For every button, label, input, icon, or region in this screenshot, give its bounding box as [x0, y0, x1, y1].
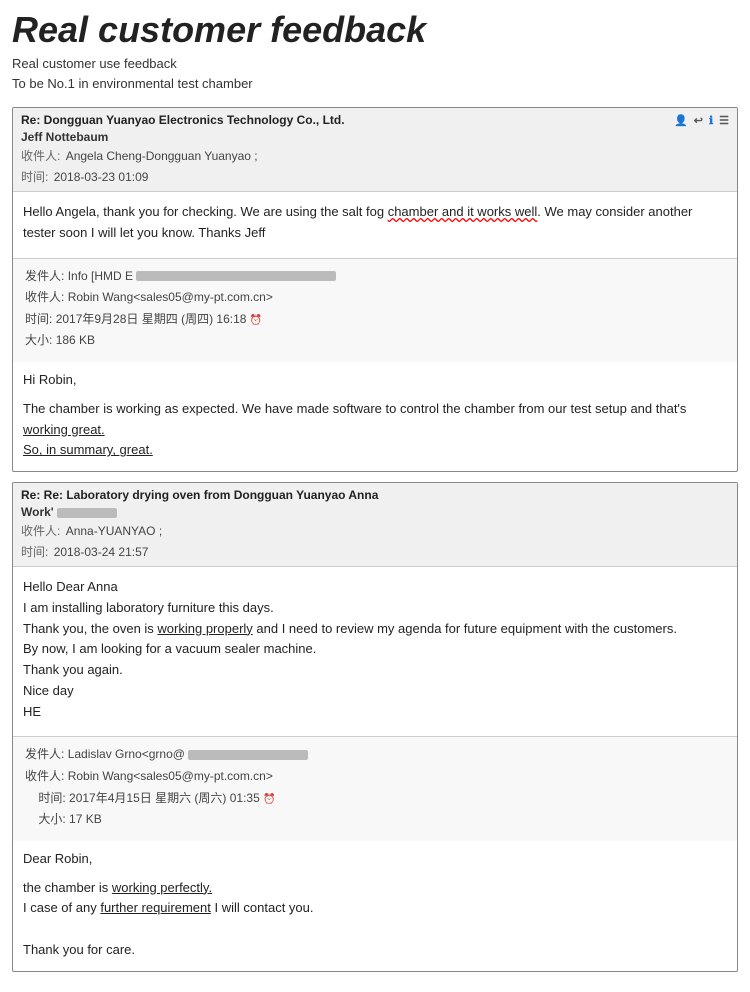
email2-to-value: Anna-YUANYAO ;: [66, 524, 162, 538]
email1-time-value: 2018-03-23 01:09: [54, 170, 149, 184]
email1-nested-size-value: 186 KB: [56, 333, 95, 347]
icon-menu: ☰: [719, 114, 729, 127]
email2-nested-highlight2: further requirement: [100, 900, 211, 915]
email1-body-text: Hello Angela, thank you for checking. We…: [23, 202, 727, 244]
email2-subject: Re: Re: Laboratory drying oven from Dong…: [21, 488, 378, 502]
email2-line7: HE: [23, 702, 727, 723]
email2-sender-blurred: [57, 508, 117, 518]
email1-highlight1: chamber and it works well: [388, 204, 538, 219]
email2-line3: Thank you, the oven is working properly …: [23, 619, 727, 640]
email2-line2: I am installing laboratory furniture thi…: [23, 598, 727, 619]
email1-body: Hello Angela, thank you for checking. We…: [13, 192, 737, 258]
page-subtitle: Real customer use feedback To be No.1 in…: [12, 54, 738, 96]
email2-nested-time-value: 2017年4月15日 星期六 (周六) 01:35: [69, 791, 260, 805]
email2-nested-highlight1: working perfectly.: [112, 880, 212, 895]
email1-nested-to: 收件人: Robin Wang<sales05@my-pt.com.cn>: [25, 287, 727, 309]
email2-nested-size-value: 17 KB: [69, 812, 102, 826]
email1-nested-hi: Hi Robin,: [23, 370, 727, 391]
email1-time-label: 时间:: [21, 170, 48, 184]
email1-icons: 👤 ↩ ℹ ☰: [674, 114, 729, 127]
email2-nested-to: 收件人: Robin Wang<sales05@my-pt.com.cn>: [25, 766, 727, 788]
email2-nested-line3: I case of any further requirement I will…: [23, 898, 727, 919]
email2-body: Hello Dear Anna I am installing laborato…: [13, 567, 737, 737]
email2-time-value: 2018-03-24 21:57: [54, 545, 149, 559]
email2-to-label: 收件人:: [21, 524, 60, 538]
email-card-2: Re: Re: Laboratory drying oven from Dong…: [12, 482, 738, 972]
email2-nested-line2: the chamber is working perfectly.: [23, 878, 727, 899]
email1-nested-highlight1: working great.: [23, 422, 105, 437]
email2-nested-from-value: Ladislav Grno<grno@: [68, 747, 185, 761]
email2-header: Re: Re: Laboratory drying oven from Dong…: [13, 483, 737, 567]
email2-sender: Work': [21, 505, 729, 519]
email1-nested-text: The chamber is working as expected. We h…: [23, 399, 727, 441]
email2-nested-from-blurred: [188, 750, 308, 760]
email1-nested: 发件人: Info [HMD E 收件人: Robin Wang<sales05…: [13, 258, 737, 362]
email2-time-label: 时间:: [21, 545, 48, 559]
email1-nested-highlight2: So, in summary, great.: [23, 442, 153, 457]
email2-nested-to-value: Robin Wang<sales05@my-pt.com.cn>: [68, 769, 273, 783]
email2-nested-size: 大小: 17 KB: [25, 809, 727, 831]
email1-header: Re: Dongguan Yuanyao Electronics Technol…: [13, 108, 737, 192]
email2-nested-from: 发件人: Ladislav Grno<grno@: [25, 744, 727, 766]
email2-line4: By now, I am looking for a vacuum sealer…: [23, 639, 727, 660]
email1-nested-time-value: 2017年9月28日 星期四 (周四) 16:18: [56, 312, 247, 326]
subtitle-line1: Real customer use feedback: [12, 54, 738, 75]
email1-nested-from: 发件人: Info [HMD E: [25, 266, 727, 288]
email2-line5: Thank you again.: [23, 660, 727, 681]
email1-to-value: Angela Cheng-Dongguan Yuanyao ;: [66, 149, 258, 163]
email1-nested-from-blurred: [136, 271, 336, 281]
icon-person: 👤: [674, 114, 688, 127]
email2-nested-line4: Thank you for care.: [23, 940, 727, 961]
email2-line6: Nice day: [23, 681, 727, 702]
email1-nested-summary: So, in summary, great.: [23, 440, 727, 461]
email1-nested-time: 时间: 2017年9月28日 星期四 (周四) 16:18: [25, 309, 727, 331]
email1-subject: Re: Dongguan Yuanyao Electronics Technol…: [21, 113, 345, 127]
email2-nested-time: 时间: 2017年4月15日 星期六 (周六) 01:35: [25, 788, 727, 810]
email2-highlight1: working properly: [157, 621, 252, 636]
email2-nested-body: Dear Robin, the chamber is working perfe…: [13, 841, 737, 971]
subtitle-line2: To be No.1 in environmental test chamber: [12, 74, 738, 95]
email-card-1: Re: Dongguan Yuanyao Electronics Technol…: [12, 107, 738, 472]
icon-info: ℹ: [709, 114, 713, 127]
email1-nested-to-value: Robin Wang<sales05@my-pt.com.cn>: [68, 290, 273, 304]
clock-icon-2: [263, 791, 275, 805]
email2-line1: Hello Dear Anna: [23, 577, 727, 598]
email2-nested: 发件人: Ladislav Grno<grno@ 收件人: Robin Wang…: [13, 736, 737, 840]
email1-nested-size: 大小: 186 KB: [25, 330, 727, 352]
icon-reply: ↩: [694, 114, 703, 127]
email1-nested-from-value: Info [HMD E: [68, 269, 133, 283]
email1-to-label: 收件人:: [21, 149, 60, 163]
page-title: Real customer feedback: [12, 10, 738, 50]
email1-meta: 收件人: Angela Cheng-Dongguan Yuanyao ; 时间:…: [21, 146, 729, 187]
email1-nested-body: Hi Robin, The chamber is working as expe…: [13, 362, 737, 471]
email1-sender: Jeff Nottebaum: [21, 130, 729, 144]
email2-nested-line1: Dear Robin,: [23, 849, 727, 870]
clock-icon: [250, 312, 262, 326]
email2-meta: 收件人: Anna-YUANYAO ; 时间: 2018-03-24 21:57: [21, 521, 729, 562]
